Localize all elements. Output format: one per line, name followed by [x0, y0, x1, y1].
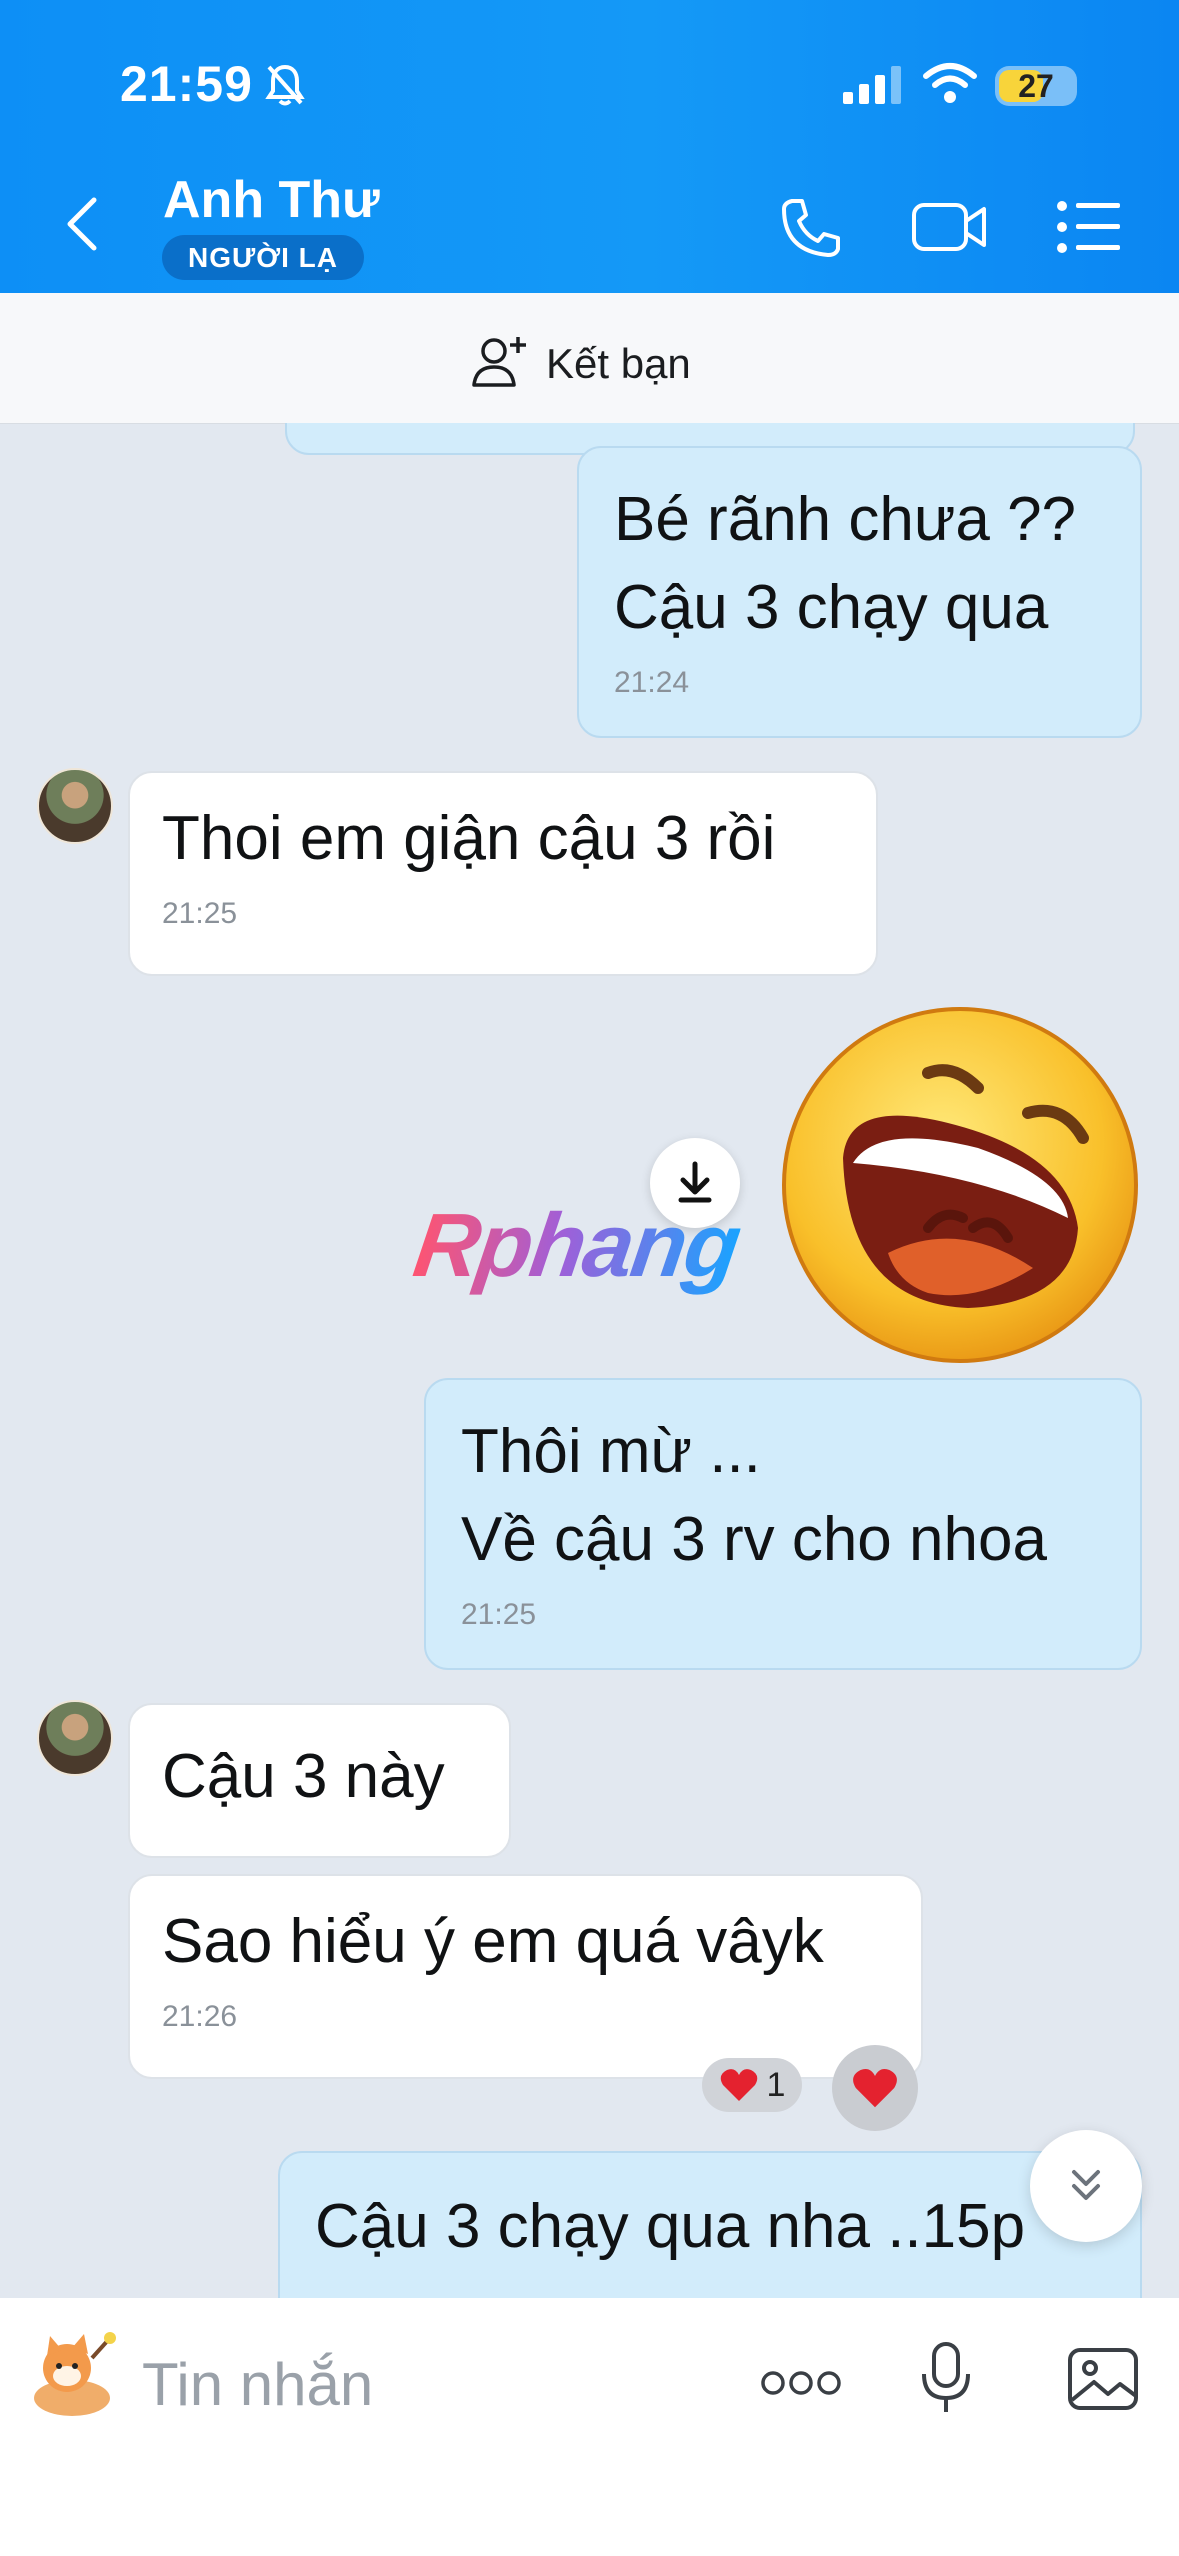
message-input[interactable] — [140, 2343, 704, 2425]
image-icon[interactable] — [1066, 2346, 1140, 2417]
message-bubble-outgoing[interactable]: Bé rãnh chưa ?? Cậu 3 chạy qua 21:24 — [577, 446, 1142, 738]
message-bubble-incoming[interactable]: Cậu 3 này — [128, 1703, 511, 1858]
message-bubble-incoming[interactable]: Thoi em giận cậu 3 rồi 21:25 — [128, 771, 878, 976]
add-friend-label: Kết bạn — [546, 339, 691, 387]
message-time: 21:25 — [461, 1598, 537, 1631]
stranger-badge: NGƯỜI LẠ — [162, 235, 364, 280]
back-icon[interactable] — [62, 196, 102, 257]
message-time: 21:26 — [162, 2000, 238, 2033]
message-list[interactable]: Bé rãnh chưa ?? Cậu 3 chạy qua 21:24 Tho… — [0, 423, 1179, 2298]
watermark-logo: Rphang — [408, 1196, 746, 1296]
add-user-icon — [470, 333, 530, 394]
more-icon[interactable] — [760, 2368, 842, 2403]
message-text: Thôi mừ ... Về cậu 3 rv cho nhoa — [461, 1417, 1047, 1574]
avatar[interactable] — [37, 1700, 113, 1776]
wifi-icon — [922, 62, 978, 109]
heart-icon — [853, 2069, 897, 2108]
battery-percent: 27 — [1018, 68, 1054, 104]
reaction-summary[interactable]: 1 — [702, 2058, 802, 2112]
battery-icon: 27 — [995, 66, 1077, 106]
composer-bar — [0, 2298, 1179, 2556]
status-time: 21:59 — [120, 56, 253, 112]
message-time: 21:25 — [162, 897, 238, 930]
heart-icon — [720, 2069, 757, 2101]
chevron-double-down-icon — [1072, 2170, 1100, 2200]
message-text: Sao hiểu ý em quá vâyk — [162, 1907, 824, 1976]
sticker-icon[interactable] — [22, 2328, 122, 2433]
message-text: Thoi em giận cậu 3 rồi — [162, 804, 776, 873]
phone-icon[interactable] — [778, 195, 844, 266]
message-text: Bé rãnh chưa ?? Cậu 3 chạy qua — [614, 485, 1077, 642]
contact-name[interactable]: Anh Thư — [163, 170, 380, 230]
scroll-to-bottom-button[interactable] — [1030, 2130, 1142, 2242]
message-text: Cậu 3 này — [162, 1742, 445, 1811]
message-bubble-outgoing[interactable]: Cậu 3 chạy qua nha ..15p — [278, 2151, 1142, 2298]
chat-header: 21:59 27 Anh Thư NGƯỜI LẠ — [0, 0, 1179, 293]
bell-slash-icon — [265, 63, 305, 112]
video-icon[interactable] — [910, 195, 990, 262]
menu-list-icon[interactable] — [1056, 200, 1122, 259]
avatar[interactable] — [37, 768, 113, 844]
add-friend-bar[interactable]: Kết bạn — [0, 293, 1179, 424]
message-bubble-outgoing[interactable]: Thôi mừ ... Về cậu 3 rv cho nhoa 21:25 — [424, 1378, 1142, 1670]
message-bubble-incoming[interactable]: Sao hiểu ý em quá vâyk 21:26 — [128, 1874, 923, 2079]
message-time: 21:24 — [614, 666, 690, 699]
laughing-emoji-sticker[interactable] — [778, 1003, 1143, 1373]
signal-icon — [843, 66, 903, 109]
message-text: Cậu 3 chạy qua nha ..15p — [315, 2192, 1026, 2261]
react-heart-button[interactable] — [832, 2045, 918, 2131]
microphone-icon[interactable] — [918, 2340, 974, 2421]
reaction-count: 1 — [766, 2065, 786, 2104]
